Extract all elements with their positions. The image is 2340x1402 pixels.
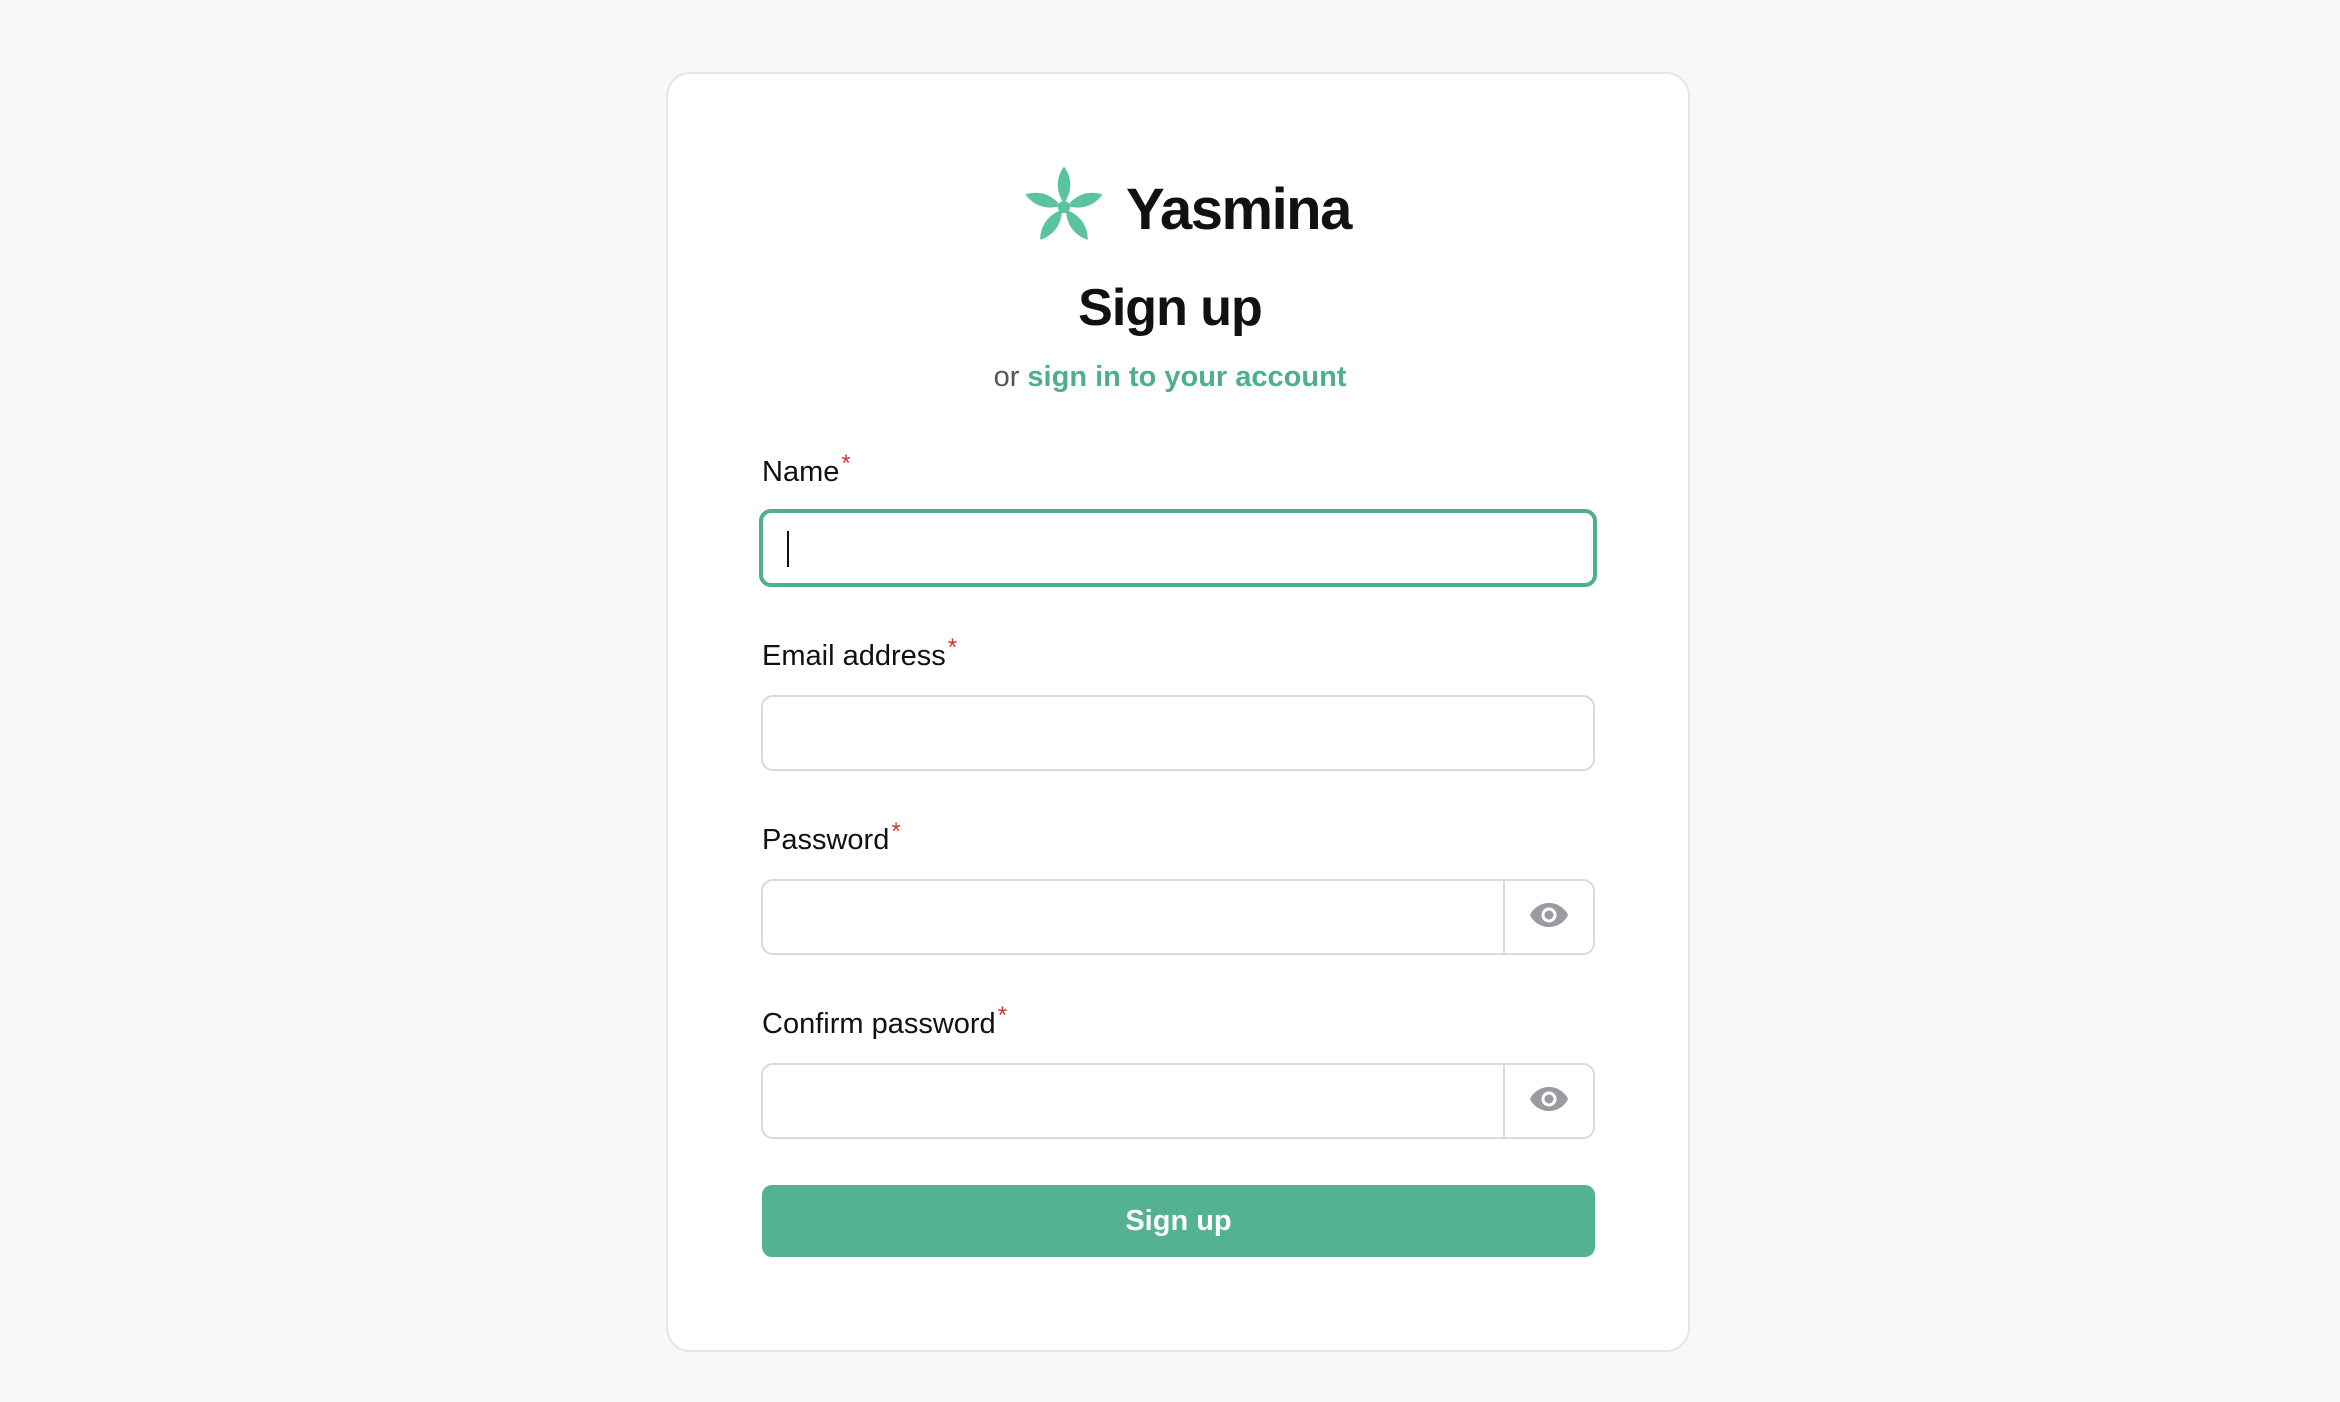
text-caret [787, 531, 789, 567]
name-input[interactable] [763, 513, 1593, 583]
email-label: Email address* [762, 634, 957, 673]
subtitle-prefix: or [993, 361, 1020, 393]
name-field[interactable] [759, 509, 1597, 587]
email-field[interactable] [761, 695, 1595, 771]
required-marker: * [891, 818, 901, 845]
password-input[interactable] [763, 881, 1509, 953]
required-marker: * [997, 1002, 1008, 1029]
password-label-text: Password [762, 824, 890, 856]
name-label: Name* [762, 450, 851, 489]
password-label: Password* [762, 818, 901, 857]
signin-link[interactable]: sign in to your account [1027, 361, 1346, 393]
confirm-password-field[interactable] [761, 1063, 1595, 1139]
email-input[interactable] [763, 697, 1593, 769]
password-field[interactable] [761, 879, 1595, 955]
confirm-password-label: Confirm password* [762, 1002, 1007, 1041]
subtitle: or sign in to your account [0, 361, 2340, 394]
eye-icon [1529, 1085, 1569, 1118]
email-label-text: Email address [762, 640, 946, 672]
confirm-password-visibility-toggle[interactable] [1503, 1065, 1593, 1137]
flower-icon [1020, 163, 1108, 256]
brand-logo: Yasmina [1020, 163, 1352, 256]
signup-button[interactable]: Sign up [762, 1185, 1595, 1257]
password-visibility-toggle[interactable] [1503, 881, 1593, 953]
confirm-password-input[interactable] [763, 1065, 1509, 1137]
name-label-text: Name [762, 456, 840, 488]
brand-name: Yasmina [1126, 176, 1352, 242]
page-title: Sign up [1078, 279, 1263, 337]
required-marker: * [947, 634, 958, 661]
required-marker: * [841, 450, 851, 477]
confirm-password-label-text: Confirm password [762, 1008, 996, 1040]
eye-icon [1529, 901, 1569, 934]
